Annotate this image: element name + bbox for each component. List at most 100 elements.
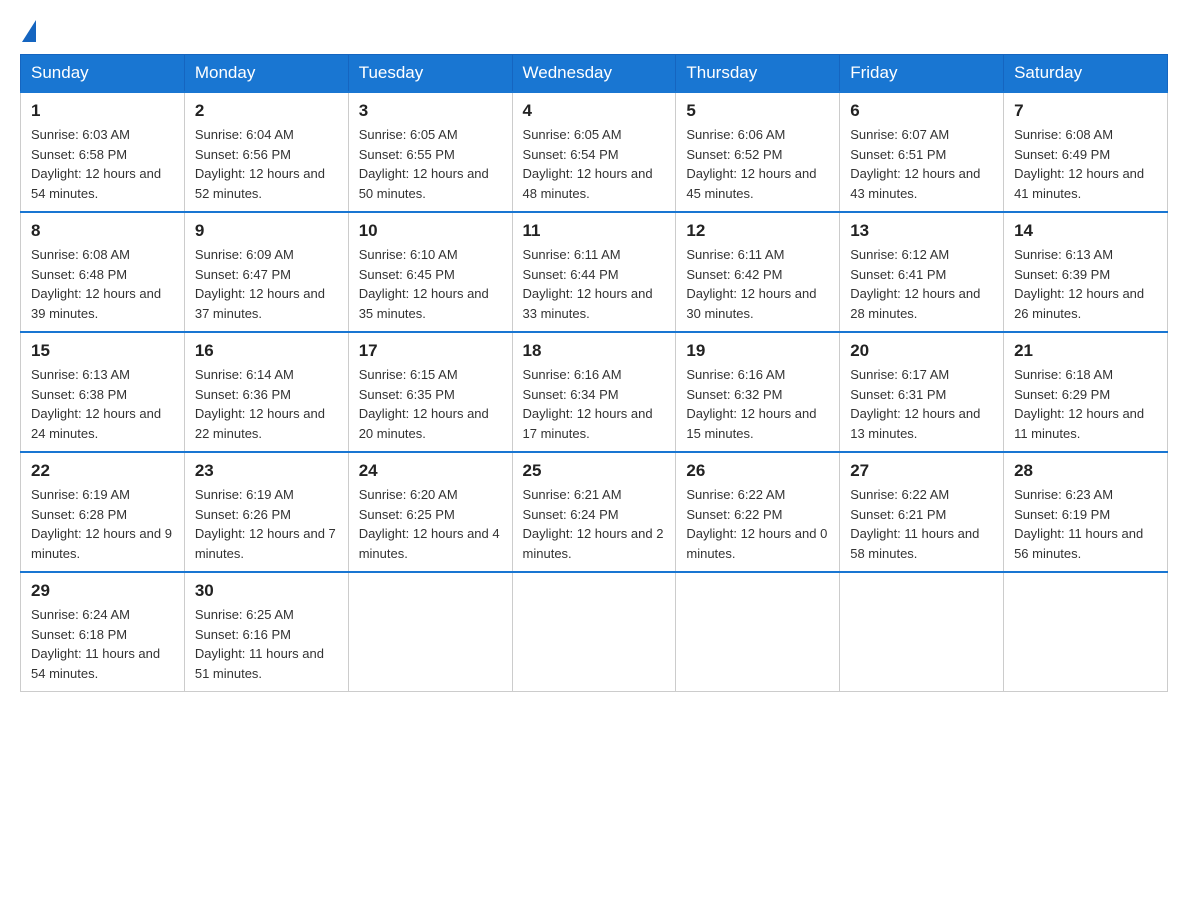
- day-number: 27: [850, 461, 993, 481]
- calendar-cell: 2 Sunrise: 6:04 AMSunset: 6:56 PMDayligh…: [184, 92, 348, 212]
- calendar-cell: 17 Sunrise: 6:15 AMSunset: 6:35 PMDaylig…: [348, 332, 512, 452]
- day-number: 10: [359, 221, 502, 241]
- calendar-cell: 1 Sunrise: 6:03 AMSunset: 6:58 PMDayligh…: [21, 92, 185, 212]
- day-info: Sunrise: 6:16 AMSunset: 6:32 PMDaylight:…: [686, 367, 816, 441]
- calendar-table: SundayMondayTuesdayWednesdayThursdayFrid…: [20, 54, 1168, 692]
- day-number: 21: [1014, 341, 1157, 361]
- day-number: 25: [523, 461, 666, 481]
- day-info: Sunrise: 6:04 AMSunset: 6:56 PMDaylight:…: [195, 127, 325, 201]
- day-info: Sunrise: 6:05 AMSunset: 6:55 PMDaylight:…: [359, 127, 489, 201]
- day-number: 3: [359, 101, 502, 121]
- day-number: 13: [850, 221, 993, 241]
- day-number: 19: [686, 341, 829, 361]
- day-info: Sunrise: 6:17 AMSunset: 6:31 PMDaylight:…: [850, 367, 980, 441]
- calendar-cell: 20 Sunrise: 6:17 AMSunset: 6:31 PMDaylig…: [840, 332, 1004, 452]
- calendar-cell: 27 Sunrise: 6:22 AMSunset: 6:21 PMDaylig…: [840, 452, 1004, 572]
- calendar-cell: 3 Sunrise: 6:05 AMSunset: 6:55 PMDayligh…: [348, 92, 512, 212]
- calendar-cell: 7 Sunrise: 6:08 AMSunset: 6:49 PMDayligh…: [1004, 92, 1168, 212]
- calendar-cell: [1004, 572, 1168, 692]
- day-info: Sunrise: 6:19 AMSunset: 6:28 PMDaylight:…: [31, 487, 172, 561]
- logo-triangle-icon: [22, 20, 36, 42]
- day-number: 11: [523, 221, 666, 241]
- day-info: Sunrise: 6:07 AMSunset: 6:51 PMDaylight:…: [850, 127, 980, 201]
- day-info: Sunrise: 6:08 AMSunset: 6:49 PMDaylight:…: [1014, 127, 1144, 201]
- week-row-2: 8 Sunrise: 6:08 AMSunset: 6:48 PMDayligh…: [21, 212, 1168, 332]
- weekday-header-friday: Friday: [840, 55, 1004, 93]
- calendar-cell: 4 Sunrise: 6:05 AMSunset: 6:54 PMDayligh…: [512, 92, 676, 212]
- day-info: Sunrise: 6:20 AMSunset: 6:25 PMDaylight:…: [359, 487, 500, 561]
- day-number: 5: [686, 101, 829, 121]
- day-info: Sunrise: 6:08 AMSunset: 6:48 PMDaylight:…: [31, 247, 161, 321]
- day-info: Sunrise: 6:09 AMSunset: 6:47 PMDaylight:…: [195, 247, 325, 321]
- calendar-cell: 16 Sunrise: 6:14 AMSunset: 6:36 PMDaylig…: [184, 332, 348, 452]
- day-number: 4: [523, 101, 666, 121]
- day-info: Sunrise: 6:11 AMSunset: 6:42 PMDaylight:…: [686, 247, 816, 321]
- calendar-cell: 6 Sunrise: 6:07 AMSunset: 6:51 PMDayligh…: [840, 92, 1004, 212]
- calendar-cell: [348, 572, 512, 692]
- day-info: Sunrise: 6:06 AMSunset: 6:52 PMDaylight:…: [686, 127, 816, 201]
- weekday-header-row: SundayMondayTuesdayWednesdayThursdayFrid…: [21, 55, 1168, 93]
- day-number: 16: [195, 341, 338, 361]
- weekday-header-thursday: Thursday: [676, 55, 840, 93]
- logo: [20, 20, 36, 38]
- weekday-header-wednesday: Wednesday: [512, 55, 676, 93]
- calendar-cell: 9 Sunrise: 6:09 AMSunset: 6:47 PMDayligh…: [184, 212, 348, 332]
- day-info: Sunrise: 6:19 AMSunset: 6:26 PMDaylight:…: [195, 487, 336, 561]
- calendar-cell: 24 Sunrise: 6:20 AMSunset: 6:25 PMDaylig…: [348, 452, 512, 572]
- day-info: Sunrise: 6:13 AMSunset: 6:38 PMDaylight:…: [31, 367, 161, 441]
- calendar-cell: 8 Sunrise: 6:08 AMSunset: 6:48 PMDayligh…: [21, 212, 185, 332]
- calendar-cell: 30 Sunrise: 6:25 AMSunset: 6:16 PMDaylig…: [184, 572, 348, 692]
- calendar-cell: 28 Sunrise: 6:23 AMSunset: 6:19 PMDaylig…: [1004, 452, 1168, 572]
- day-number: 24: [359, 461, 502, 481]
- day-info: Sunrise: 6:23 AMSunset: 6:19 PMDaylight:…: [1014, 487, 1143, 561]
- day-number: 9: [195, 221, 338, 241]
- day-info: Sunrise: 6:05 AMSunset: 6:54 PMDaylight:…: [523, 127, 653, 201]
- day-number: 30: [195, 581, 338, 601]
- day-number: 8: [31, 221, 174, 241]
- day-info: Sunrise: 6:12 AMSunset: 6:41 PMDaylight:…: [850, 247, 980, 321]
- calendar-cell: 21 Sunrise: 6:18 AMSunset: 6:29 PMDaylig…: [1004, 332, 1168, 452]
- calendar-cell: 5 Sunrise: 6:06 AMSunset: 6:52 PMDayligh…: [676, 92, 840, 212]
- page-header: [20, 20, 1168, 38]
- weekday-header-monday: Monday: [184, 55, 348, 93]
- day-info: Sunrise: 6:03 AMSunset: 6:58 PMDaylight:…: [31, 127, 161, 201]
- day-number: 22: [31, 461, 174, 481]
- day-number: 29: [31, 581, 174, 601]
- week-row-3: 15 Sunrise: 6:13 AMSunset: 6:38 PMDaylig…: [21, 332, 1168, 452]
- calendar-cell: 22 Sunrise: 6:19 AMSunset: 6:28 PMDaylig…: [21, 452, 185, 572]
- day-number: 23: [195, 461, 338, 481]
- day-number: 6: [850, 101, 993, 121]
- day-info: Sunrise: 6:16 AMSunset: 6:34 PMDaylight:…: [523, 367, 653, 441]
- calendar-cell: 18 Sunrise: 6:16 AMSunset: 6:34 PMDaylig…: [512, 332, 676, 452]
- calendar-cell: 13 Sunrise: 6:12 AMSunset: 6:41 PMDaylig…: [840, 212, 1004, 332]
- day-info: Sunrise: 6:21 AMSunset: 6:24 PMDaylight:…: [523, 487, 664, 561]
- weekday-header-sunday: Sunday: [21, 55, 185, 93]
- week-row-5: 29 Sunrise: 6:24 AMSunset: 6:18 PMDaylig…: [21, 572, 1168, 692]
- calendar-cell: 15 Sunrise: 6:13 AMSunset: 6:38 PMDaylig…: [21, 332, 185, 452]
- day-info: Sunrise: 6:13 AMSunset: 6:39 PMDaylight:…: [1014, 247, 1144, 321]
- day-info: Sunrise: 6:10 AMSunset: 6:45 PMDaylight:…: [359, 247, 489, 321]
- weekday-header-tuesday: Tuesday: [348, 55, 512, 93]
- day-info: Sunrise: 6:22 AMSunset: 6:22 PMDaylight:…: [686, 487, 827, 561]
- calendar-cell: 25 Sunrise: 6:21 AMSunset: 6:24 PMDaylig…: [512, 452, 676, 572]
- week-row-4: 22 Sunrise: 6:19 AMSunset: 6:28 PMDaylig…: [21, 452, 1168, 572]
- day-number: 17: [359, 341, 502, 361]
- week-row-1: 1 Sunrise: 6:03 AMSunset: 6:58 PMDayligh…: [21, 92, 1168, 212]
- calendar-cell: [840, 572, 1004, 692]
- calendar-cell: 23 Sunrise: 6:19 AMSunset: 6:26 PMDaylig…: [184, 452, 348, 572]
- calendar-cell: 11 Sunrise: 6:11 AMSunset: 6:44 PMDaylig…: [512, 212, 676, 332]
- day-number: 18: [523, 341, 666, 361]
- day-number: 2: [195, 101, 338, 121]
- calendar-cell: 14 Sunrise: 6:13 AMSunset: 6:39 PMDaylig…: [1004, 212, 1168, 332]
- calendar-cell: [676, 572, 840, 692]
- day-info: Sunrise: 6:25 AMSunset: 6:16 PMDaylight:…: [195, 607, 324, 681]
- day-number: 20: [850, 341, 993, 361]
- day-number: 12: [686, 221, 829, 241]
- day-info: Sunrise: 6:15 AMSunset: 6:35 PMDaylight:…: [359, 367, 489, 441]
- day-number: 26: [686, 461, 829, 481]
- weekday-header-saturday: Saturday: [1004, 55, 1168, 93]
- day-info: Sunrise: 6:11 AMSunset: 6:44 PMDaylight:…: [523, 247, 653, 321]
- calendar-cell: 10 Sunrise: 6:10 AMSunset: 6:45 PMDaylig…: [348, 212, 512, 332]
- day-number: 7: [1014, 101, 1157, 121]
- day-info: Sunrise: 6:24 AMSunset: 6:18 PMDaylight:…: [31, 607, 160, 681]
